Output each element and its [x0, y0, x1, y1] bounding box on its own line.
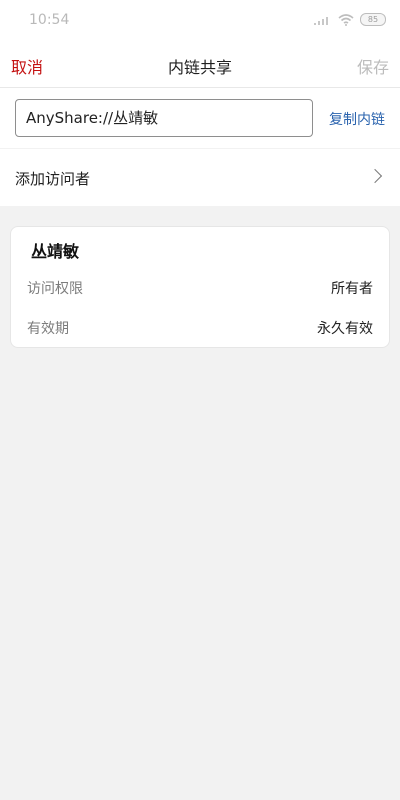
chevron-right-icon — [367, 168, 383, 184]
visitor-card[interactable]: 丛靖敏 访问权限 所有者 有效期 永久有效 — [10, 226, 390, 348]
status-bar: 10:54 85 — [0, 0, 400, 40]
status-icons: 85 — [314, 13, 386, 26]
status-time: 10:54 — [29, 12, 70, 28]
validity-value: 永久有效 — [317, 321, 373, 337]
signal-icon — [314, 16, 328, 25]
link-section: AnyShare://丛靖敏 复制内链 — [0, 88, 400, 148]
validity-label: 有效期 — [27, 321, 69, 337]
visitor-name: 丛靖敏 — [31, 242, 80, 261]
validity-row[interactable]: 有效期 永久有效 — [27, 318, 373, 338]
battery-icon: 85 — [360, 13, 386, 26]
wifi-icon — [338, 13, 354, 26]
permission-value: 所有者 — [331, 281, 373, 297]
copy-link-button[interactable]: 复制内链 — [329, 109, 385, 129]
permission-label: 访问权限 — [27, 281, 83, 297]
add-visitor-row[interactable]: 添加访问者 — [0, 149, 400, 206]
link-field[interactable]: AnyShare://丛靖敏 — [15, 99, 313, 137]
add-visitor-label: 添加访问者 — [15, 170, 91, 188]
save-button[interactable]: 保存 — [357, 54, 389, 78]
page-title: 内链共享 — [167, 58, 232, 77]
nav-bar: 取消 内链共享 保存 — [0, 40, 400, 88]
permission-row[interactable]: 访问权限 所有者 — [27, 278, 373, 298]
